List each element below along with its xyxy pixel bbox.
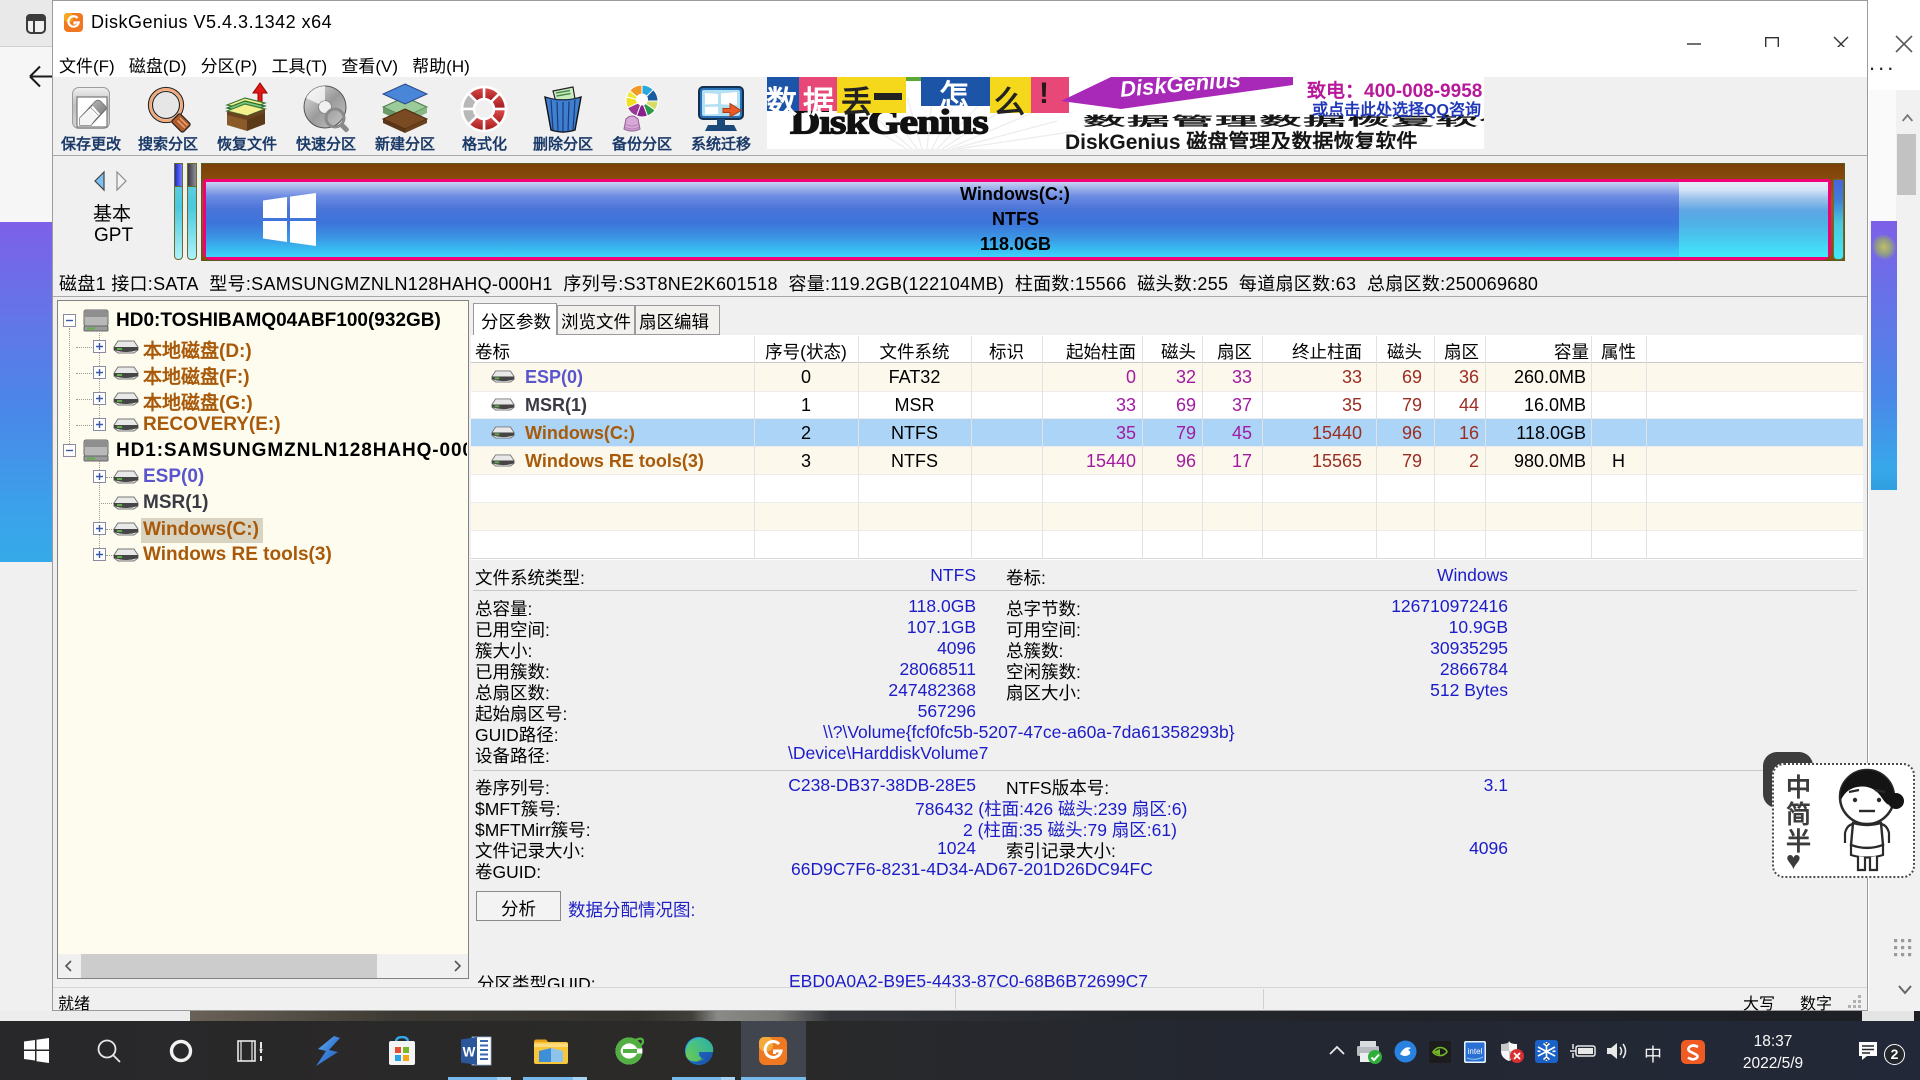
svg-text:intel: intel (1468, 1047, 1483, 1056)
svg-text:W: W (463, 1045, 476, 1060)
